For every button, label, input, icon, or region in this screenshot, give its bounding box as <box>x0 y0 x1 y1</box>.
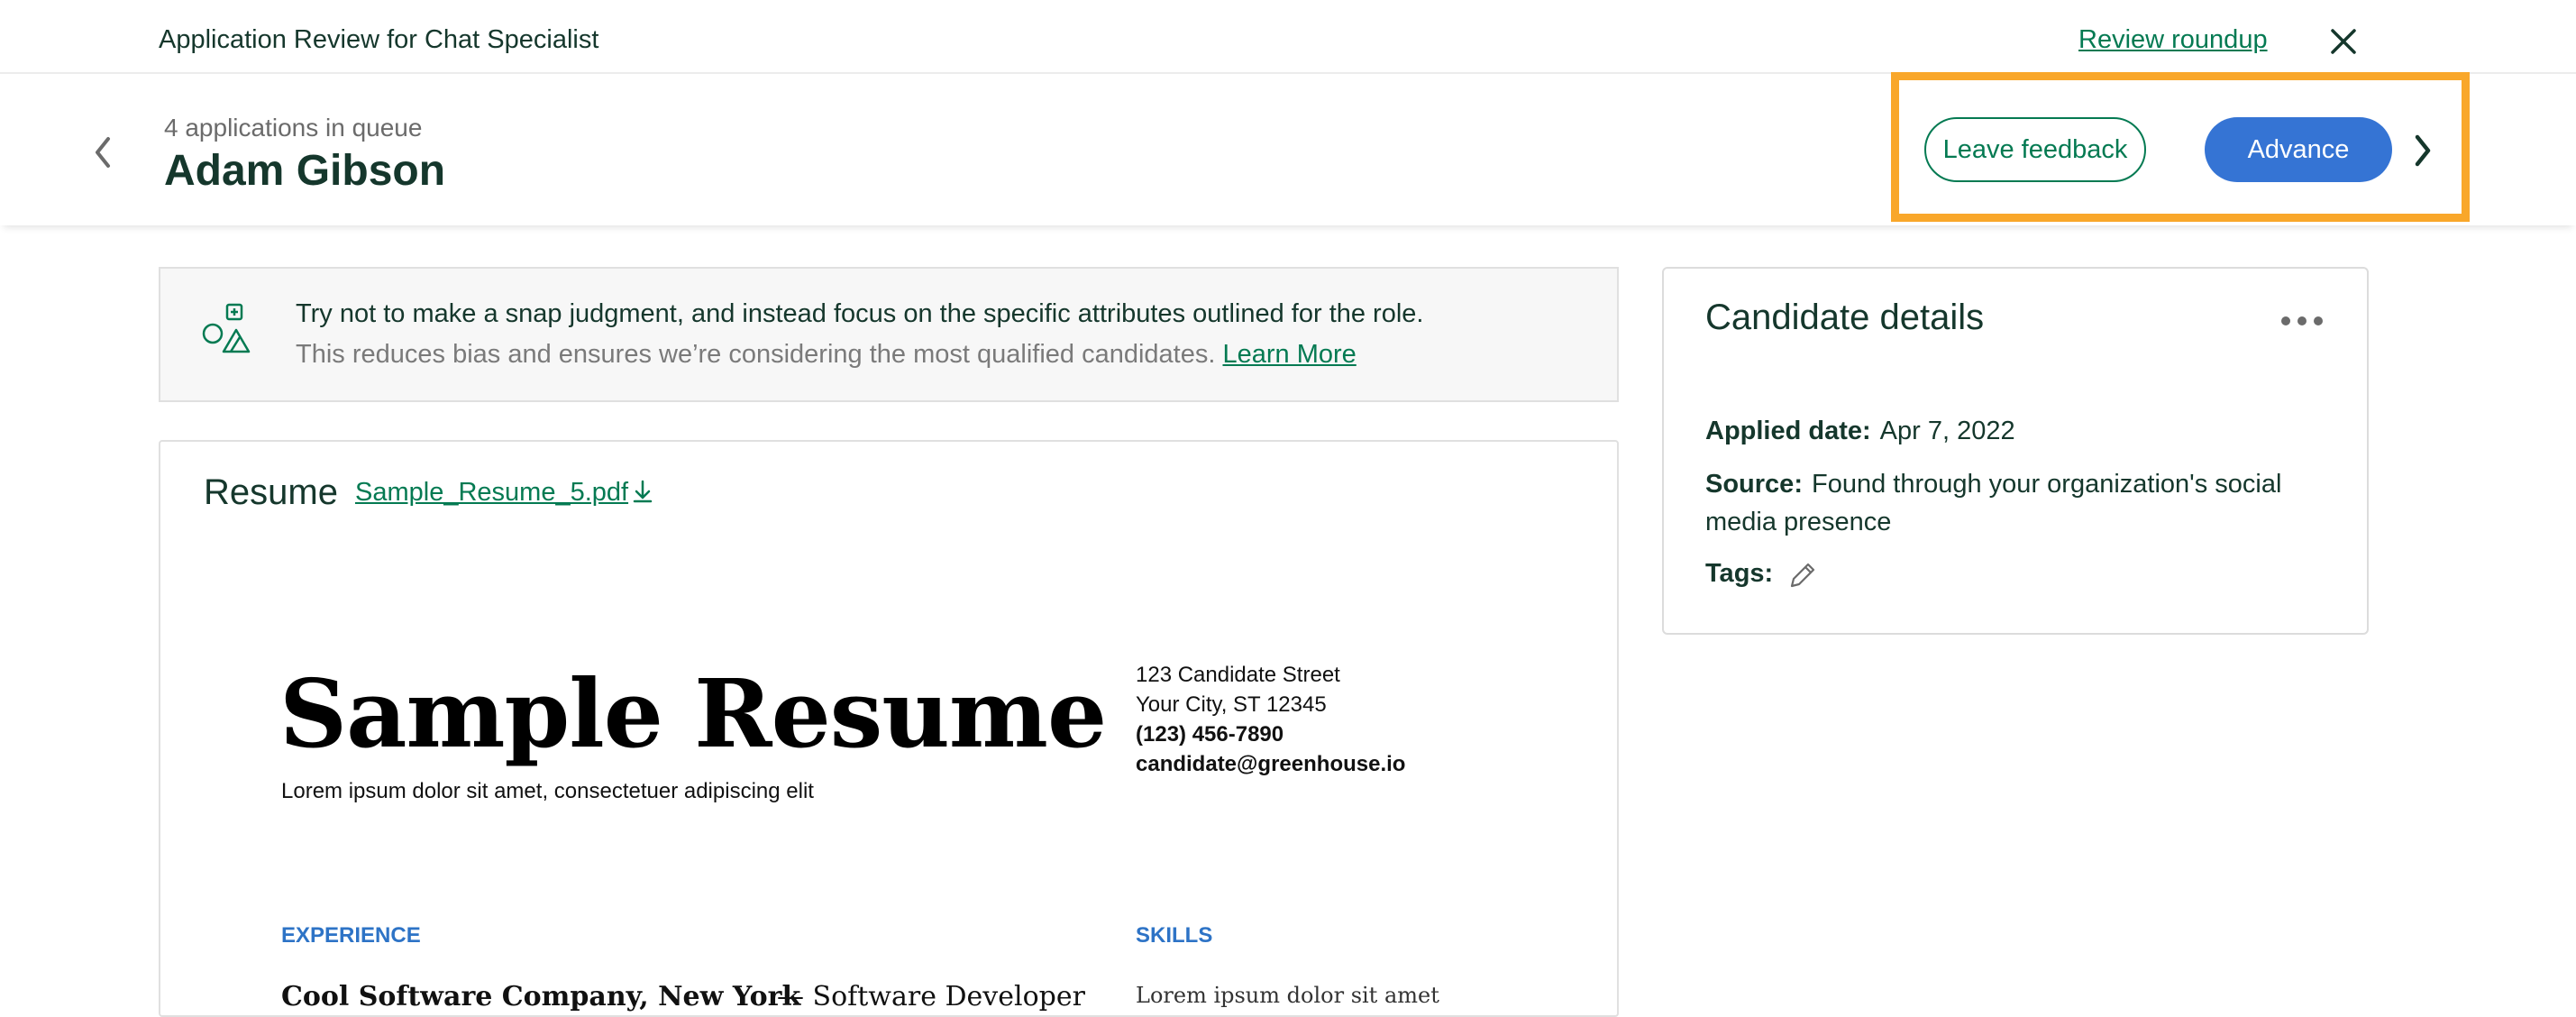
review-roundup-link[interactable]: Review roundup <box>2078 25 2268 55</box>
applied-date-row: Applied date: Apr 7, 2022 <box>1705 417 2015 446</box>
resume-email: candidate@greenhouse.io <box>1136 752 1406 776</box>
next-candidate-icon[interactable] <box>2407 130 2439 171</box>
tags-row: Tags: <box>1705 559 1782 589</box>
resume-phone: (123) 456-7890 <box>1136 722 1284 747</box>
queue-count: 4 applications in queue <box>164 114 423 142</box>
more-options-icon[interactable] <box>2279 314 2325 328</box>
resume-address-line1: 123 Candidate Street <box>1136 663 1340 687</box>
experience-heading: EXPERIENCE <box>281 923 421 948</box>
advance-button[interactable]: Advance <box>2205 117 2392 182</box>
applied-date-label: Applied date: <box>1705 417 1871 445</box>
bias-tip-banner <box>159 267 1619 402</box>
pencil-icon[interactable] <box>1786 559 1819 591</box>
tip-subtext-body: This reduces bias and ensures we’re cons… <box>296 340 1216 369</box>
tags-label: Tags: <box>1705 559 1774 588</box>
tip-subtext: This reduces bias and ensures we’re cons… <box>296 340 1357 370</box>
download-icon[interactable] <box>629 478 656 505</box>
learn-more-link[interactable]: Learn More <box>1222 340 1356 369</box>
resume-file-link[interactable]: Sample_Resume_5.pdf <box>355 478 628 508</box>
tip-text: Try not to make a snap judgment, and ins… <box>296 299 1424 328</box>
previous-candidate-icon[interactable] <box>87 132 119 173</box>
candidate-details-title: Candidate details <box>1705 298 1985 337</box>
candidate-name: Adam Gibson <box>164 147 446 195</box>
shapes-icon <box>198 301 260 362</box>
application-review-title: Application Review for Chat Specialist <box>159 25 599 54</box>
resume-document-title: Sample Resume <box>279 658 1107 769</box>
resume-contact-block: 123 Candidate Street Your City, ST 12345… <box>1136 660 1405 779</box>
close-icon[interactable] <box>2325 23 2361 60</box>
source-label: Source: <box>1705 470 1803 499</box>
resume-address-line2: Your City, ST 12345 <box>1136 692 1327 717</box>
leave-feedback-button[interactable]: Leave feedback <box>1924 117 2146 182</box>
skills-first-line: Lorem ipsum dolor sit amet <box>1136 983 1439 1008</box>
skills-heading: SKILLS <box>1136 923 1213 948</box>
resume-document-subtitle: Lorem ipsum dolor sit amet, consectetuer… <box>281 779 814 803</box>
source-row: Source: Found through your organization's… <box>1705 465 2327 541</box>
applied-date-value: Apr 7, 2022 <box>1879 417 2015 445</box>
resume-heading: Resume <box>204 472 338 512</box>
